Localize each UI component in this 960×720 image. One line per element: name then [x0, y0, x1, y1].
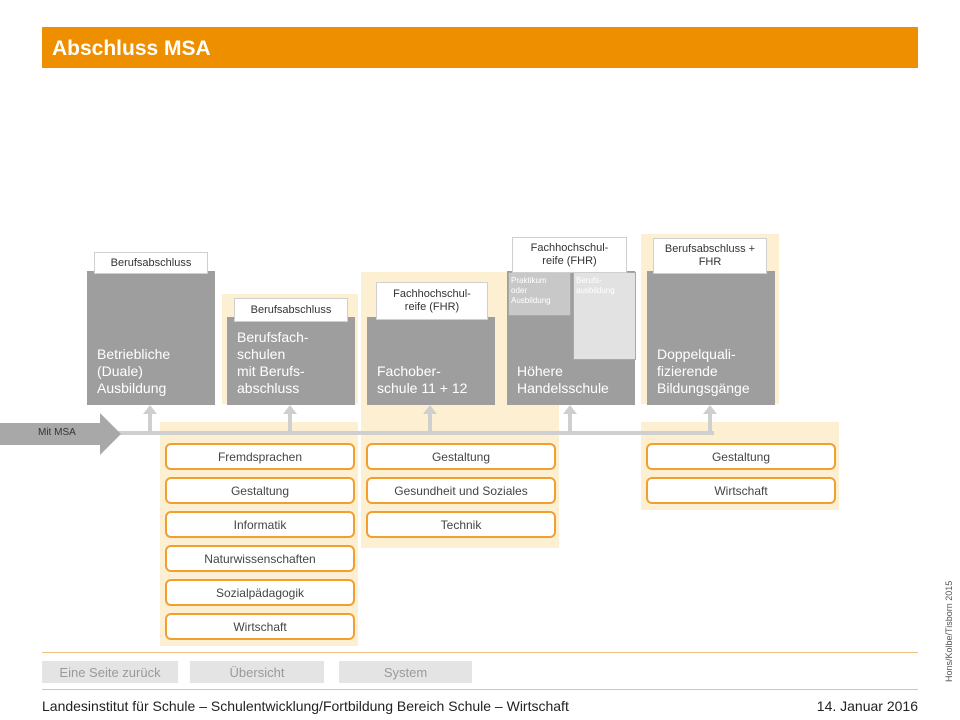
connector-arrow-5	[703, 405, 717, 435]
connector-arrow-2	[283, 405, 297, 435]
page-title: Abschluss MSA	[52, 37, 211, 60]
option-technik[interactable]: Technik	[366, 511, 556, 538]
footer-date: 14. Januar 2016	[816, 698, 918, 714]
option-wirtschaft-bfs[interactable]: Wirtschaft	[165, 613, 355, 640]
label-fhr-1: Fachhochschul-reife (FHR)	[376, 282, 488, 320]
option-fremdsprachen[interactable]: Fremdsprachen	[165, 443, 355, 470]
label-berufsabschluss-2: Berufsabschluss	[234, 298, 348, 322]
nav-system-button[interactable]: System	[339, 661, 472, 683]
connector-arrow-4	[563, 405, 577, 435]
nav-overview-button[interactable]: Übersicht	[190, 661, 324, 683]
credit-text: Hons/Kolbe/Tisborn 2015	[944, 580, 954, 682]
label-fhr-2: Fachhochschul-reife (FHR)	[512, 237, 627, 273]
option-informatik[interactable]: Informatik	[165, 511, 355, 538]
option-sozialpaedagogik[interactable]: Sozialpädagogik	[165, 579, 355, 606]
label-berufsabschluss-fhr: Berufsabschluss + FHR	[653, 238, 767, 274]
nav-back-button[interactable]: Eine Seite zurück	[42, 661, 178, 683]
connector-arrow-1	[143, 405, 157, 435]
option-gesundheit-soziales[interactable]: Gesundheit und Soziales	[366, 477, 556, 504]
box-betriebliche-ausbildung-text: Betriebliche (Duale) Ausbildung	[97, 346, 171, 396]
option-gestaltung-fos[interactable]: Gestaltung	[366, 443, 556, 470]
label-berufsabschluss-1: Berufsabschluss	[94, 252, 208, 274]
nav-bottom-rule	[42, 689, 918, 690]
sub-praktikum-ausbildung: Praktikum oder Ausbildung	[508, 272, 571, 316]
nav-top-rule	[42, 652, 918, 653]
box-berufsfachschulen-text: Berufsfach-schulen mit Berufs-abschluss	[237, 329, 309, 396]
connector-arrow-3	[423, 405, 437, 435]
option-wirtschaft-dq[interactable]: Wirtschaft	[646, 477, 836, 504]
sub-berufsausbildung: Berufs-ausbildung	[573, 272, 636, 360]
footer-institute: Landesinstitut für Schule – Schulentwick…	[42, 698, 569, 714]
box-hoehere-handelsschule-text: Höhere Handelsschule	[517, 363, 609, 396]
option-gestaltung-dq[interactable]: Gestaltung	[646, 443, 836, 470]
box-fachoberschule-text: Fachober-schule 11 + 12	[377, 363, 468, 396]
msa-line	[118, 431, 714, 435]
mit-msa-label: Mit MSA	[38, 427, 76, 438]
option-gestaltung-bfs[interactable]: Gestaltung	[165, 477, 355, 504]
option-naturwissenschaften[interactable]: Naturwissenschaften	[165, 545, 355, 572]
box-doppelqualifizierend-text: Doppelquali-fizierende Bildungsgänge	[657, 346, 750, 396]
